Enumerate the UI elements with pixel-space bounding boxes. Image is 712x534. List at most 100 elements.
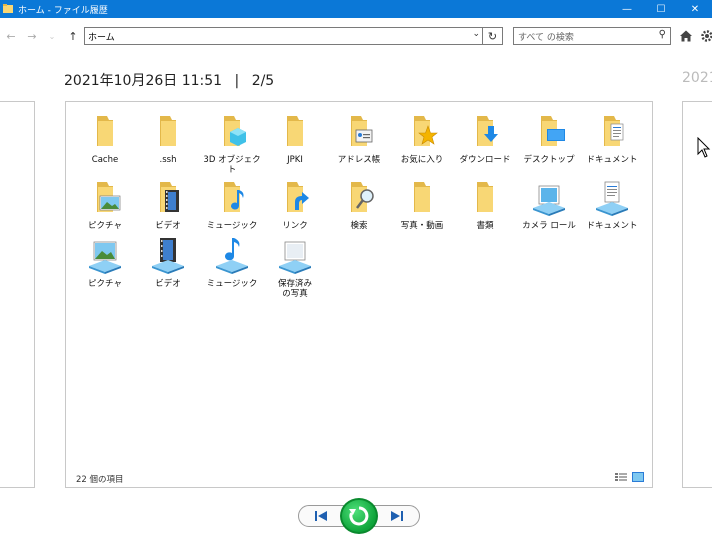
documents-library-icon [596, 181, 628, 216]
folder-item[interactable]: デスクトップ [517, 112, 581, 165]
view-switcher [615, 472, 644, 482]
address-text: ホーム [88, 32, 115, 43]
snapshot-panel: Cache .ssh 3D オブジェクト JPKI アドレス帳 お気に入り ダウ… [65, 101, 653, 488]
previous-snapshot-panel[interactable] [0, 101, 35, 488]
folder-item[interactable]: 書類 [453, 178, 517, 231]
camera-roll-library-icon [533, 185, 565, 216]
large-icons-view-icon[interactable] [632, 472, 644, 482]
folder-item[interactable]: 3D オブジェクト [200, 112, 264, 175]
next-snapshot-datetime[interactable]: 2021 [682, 70, 712, 86]
folder-item[interactable]: 検索 [327, 178, 391, 231]
contacts-folder-icon [351, 116, 373, 146]
library-item[interactable]: 保存済みの写真 [263, 236, 327, 299]
item-label: 保存済みの写真 [277, 279, 312, 299]
folder-item[interactable]: 写真・動画 [390, 178, 454, 231]
search-folder-icon [351, 182, 374, 212]
folder-icon [287, 116, 303, 146]
favorites-folder-icon [414, 116, 438, 146]
item-label: お気に入り [400, 155, 444, 165]
library-item[interactable]: カメラ ロール [517, 178, 581, 231]
desktop-folder-icon [541, 116, 565, 146]
item-count: 22 個の項目 [76, 475, 124, 485]
skip-back-icon [315, 511, 327, 521]
mouse-cursor-icon [697, 137, 711, 158]
links-folder-icon [287, 182, 309, 212]
up-button[interactable]: ↑ [65, 28, 81, 44]
item-label: ドキュメント [586, 155, 638, 165]
item-label: ビデオ [155, 279, 181, 289]
recent-dropdown-icon[interactable]: ⌄ [44, 28, 60, 44]
item-label: ビデオ [155, 221, 181, 231]
snapshot-datetime: 2021年10月26日 11:51 [64, 73, 223, 89]
item-label: ピクチャ [88, 221, 122, 231]
folder-item[interactable]: ダウンロード [453, 112, 517, 165]
maximize-button[interactable]: ☐ [644, 0, 678, 18]
folder-icon [414, 182, 430, 212]
item-label: ミュージック [206, 221, 258, 231]
item-label: .ssh [159, 155, 177, 165]
item-label: アドレス帳 [337, 155, 381, 165]
search-icon[interactable]: ⚲ [659, 29, 666, 40]
folder-item[interactable]: ピクチャ [73, 178, 137, 231]
item-label: ドキュメント [586, 221, 638, 231]
saved-pictures-library-icon [279, 241, 311, 274]
item-label: 検索 [350, 221, 368, 231]
search-input[interactable]: すべて の検索 ⚲ [513, 27, 671, 45]
music-library-icon [216, 238, 248, 274]
folder-item[interactable]: ドキュメント [580, 112, 644, 165]
file-history-icon [3, 4, 13, 13]
item-label: ダウンロード [459, 155, 511, 165]
folder-item[interactable]: Cache [73, 112, 137, 165]
minimize-button[interactable]: — [610, 0, 644, 18]
folder-item[interactable]: .ssh [136, 112, 200, 165]
documents-folder-icon [604, 116, 624, 146]
folder-item[interactable]: ミュージック [200, 178, 264, 231]
item-label: 写真・動画 [400, 221, 444, 231]
downloads-folder-icon [477, 116, 498, 146]
refresh-icon: ↻ [487, 29, 498, 43]
3d-objects-folder-icon [224, 116, 246, 146]
videos-library-icon [152, 238, 184, 274]
close-button[interactable]: ✕ [678, 0, 712, 18]
skip-forward-icon [391, 511, 403, 521]
item-label: ピクチャ [88, 279, 122, 289]
library-item[interactable]: ミュージック [200, 236, 264, 289]
folder-icon [160, 116, 176, 146]
restore-icon [349, 506, 369, 526]
window-title: ホーム - ファイル履歴 [18, 5, 108, 16]
chevron-down-icon[interactable]: ⌄ [472, 29, 480, 39]
folder-icon [477, 182, 493, 212]
details-view-icon[interactable] [615, 472, 627, 482]
item-label: カメラ ロール [522, 221, 576, 231]
gear-icon[interactable] [700, 29, 712, 43]
library-item[interactable]: ドキュメント [580, 178, 644, 231]
item-label: デスクトップ [523, 155, 575, 165]
forward-button[interactable]: → [24, 28, 40, 44]
refresh-button[interactable]: ↻ [483, 27, 503, 45]
item-label: 書類 [476, 221, 494, 231]
item-label: ミュージック [206, 279, 258, 289]
navigation-toolbar: ← → ⌄ ↑ ホーム ⌄ ↻ すべて の検索 ⚲ [0, 26, 712, 48]
folder-item[interactable]: リンク [263, 178, 327, 231]
folder-item[interactable]: アドレス帳 [327, 112, 391, 165]
folder-item[interactable]: お気に入り [390, 112, 454, 165]
folder-item[interactable]: JPKI [263, 112, 327, 165]
back-button[interactable]: ← [3, 28, 19, 44]
playback-controls [298, 498, 422, 534]
item-label: JPKI [287, 155, 303, 165]
search-placeholder: すべて の検索 [518, 32, 574, 43]
pictures-folder-icon [97, 182, 121, 212]
library-item[interactable]: ビデオ [136, 236, 200, 289]
home-icon[interactable] [679, 29, 693, 43]
item-label: Cache [91, 155, 119, 165]
pictures-library-icon [89, 241, 121, 274]
restore-button[interactable] [340, 498, 378, 534]
next-version-button[interactable] [374, 505, 420, 527]
next-snapshot-panel[interactable] [682, 101, 712, 488]
item-label: 3D オブジェクト [203, 155, 261, 175]
videos-folder-icon [160, 182, 179, 212]
previous-version-button[interactable] [298, 505, 344, 527]
folder-item[interactable]: ビデオ [136, 178, 200, 231]
address-bar[interactable]: ホーム ⌄ [84, 27, 483, 45]
library-item[interactable]: ピクチャ [73, 236, 137, 289]
